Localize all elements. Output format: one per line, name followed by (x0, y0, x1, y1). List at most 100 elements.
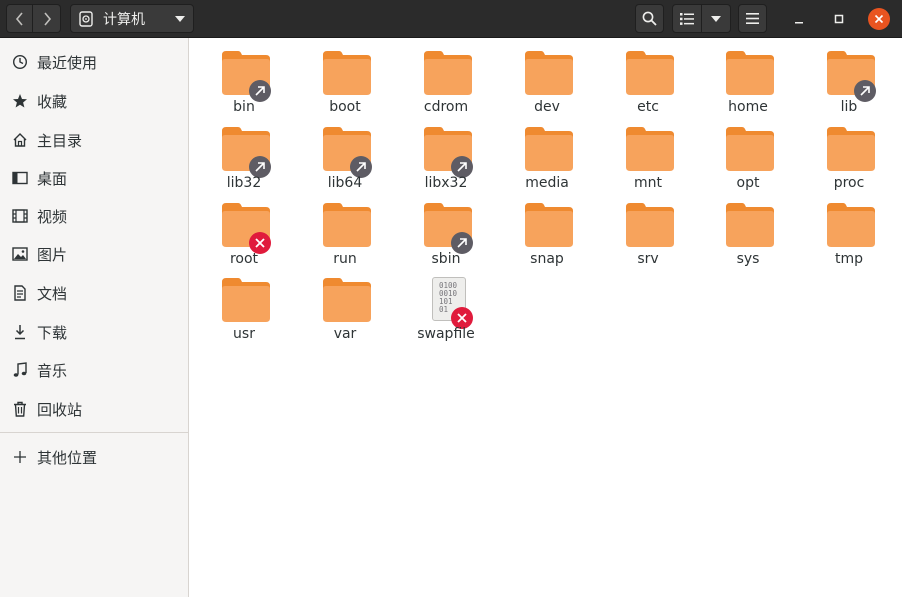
file-item-var[interactable]: var (295, 271, 395, 345)
minimize-button[interactable] (788, 8, 810, 30)
desktop-icon (11, 169, 29, 187)
file-item-cdrom[interactable]: cdrom (396, 44, 496, 118)
view-options-button[interactable] (702, 4, 731, 33)
file-name-label: opt (736, 175, 760, 191)
sidebar-item-downloads[interactable]: 下载 (0, 316, 188, 348)
file-item-snap[interactable]: snap (497, 196, 597, 270)
folder-icon (524, 126, 574, 172)
sidebar-item-desktop[interactable]: 桌面 (0, 162, 188, 194)
file-item-home[interactable]: home (698, 44, 798, 118)
file-name-label: lib32 (226, 175, 262, 191)
folder-icon (322, 202, 372, 248)
file-item-usr[interactable]: usr (194, 271, 294, 345)
file-name-label: srv (637, 251, 659, 267)
folder-icon (322, 50, 372, 96)
file-name-label: sbin (431, 251, 461, 267)
file-grid: bin boot cdrom dev etc home lib lib32 lib64 libx3… (190, 38, 902, 597)
file-item-sys[interactable]: sys (698, 196, 798, 270)
maximize-button[interactable] (828, 8, 850, 30)
sidebar-item-label: 视频 (37, 207, 68, 226)
maximize-icon (834, 14, 844, 24)
folder-icon (221, 50, 271, 102)
file-name-label: boot (329, 99, 361, 115)
sidebar-item-label: 回收站 (37, 400, 83, 419)
main-menu-button[interactable] (738, 4, 767, 33)
folder-icon (625, 126, 675, 172)
file-item-opt[interactable]: opt (698, 120, 798, 194)
folder-icon (725, 50, 775, 96)
file-item-etc[interactable]: etc (598, 44, 698, 118)
header-bar: 计算机 (0, 0, 902, 38)
file-item-run[interactable]: run (295, 196, 395, 270)
home-icon (11, 131, 29, 149)
file-item-proc[interactable]: proc (799, 120, 899, 194)
view-mode-button[interactable] (672, 4, 702, 33)
sidebar-item-label: 最近使用 (37, 53, 98, 72)
minimize-icon (795, 22, 803, 24)
clock-icon (11, 53, 29, 71)
file-item-bin[interactable]: bin (194, 44, 294, 118)
sidebar-item-pictures[interactable]: 图片 (0, 238, 188, 270)
sidebar-item-label: 其他位置 (37, 448, 98, 467)
forward-button[interactable] (33, 4, 61, 33)
file-item-sbin[interactable]: sbin (396, 196, 496, 270)
file-name-label: etc (637, 99, 659, 115)
folder-icon (423, 50, 473, 96)
file-name-label: bin (233, 99, 255, 115)
file-name-label: var (333, 326, 357, 342)
close-button[interactable] (868, 8, 890, 30)
file-item-dev[interactable]: dev (497, 44, 597, 118)
music-icon (11, 361, 29, 379)
drive-icon (79, 10, 93, 27)
sidebar-item-music[interactable]: 音乐 (0, 354, 188, 386)
sidebar-item-other-locations[interactable]: 其他位置 (0, 441, 188, 473)
sidebar-item-trash[interactable]: 回收站 (0, 393, 188, 425)
chevron-right-icon (43, 11, 51, 26)
sidebar-item-label: 主目录 (37, 131, 83, 150)
download-icon (11, 323, 29, 341)
hamburger-icon (746, 13, 759, 24)
trash-icon (11, 400, 29, 418)
back-button[interactable] (6, 4, 33, 33)
file-name-label: swapfile (417, 326, 475, 342)
file-name-label: media (525, 175, 569, 191)
search-button[interactable] (635, 4, 664, 33)
folder-icon (322, 277, 372, 323)
plus-icon (11, 448, 29, 466)
video-icon (11, 207, 29, 225)
file-item-boot[interactable]: boot (295, 44, 395, 118)
star-icon (11, 92, 29, 110)
file-name-label: home (728, 99, 768, 115)
document-icon (11, 284, 29, 302)
binary-file-icon: 0100 0010 101 01 (423, 277, 473, 329)
file-item-mnt[interactable]: mnt (598, 120, 698, 194)
sidebar-item-documents[interactable]: 文档 (0, 277, 188, 309)
file-item-lib64[interactable]: lib64 (295, 120, 395, 194)
folder-icon (221, 202, 271, 254)
file-item-libx32[interactable]: libx32 (396, 120, 496, 194)
file-item-lib[interactable]: lib (799, 44, 899, 118)
picture-icon (11, 245, 29, 263)
folder-icon (524, 50, 574, 96)
file-item-tmp[interactable]: tmp (799, 196, 899, 270)
sidebar-item-label: 收藏 (37, 92, 68, 111)
file-item-srv[interactable]: srv (598, 196, 698, 270)
file-name-label: lib64 (327, 175, 363, 191)
sidebar-item-home[interactable]: 主目录 (0, 124, 188, 156)
file-item-swapfile[interactable]: 0100 0010 101 01 swapfile (396, 271, 496, 345)
folder-icon (322, 126, 372, 178)
sidebar-item-videos[interactable]: 视频 (0, 200, 188, 232)
file-item-media[interactable]: media (497, 120, 597, 194)
close-icon (874, 14, 884, 24)
file-name-label: sys (736, 251, 760, 267)
folder-icon (423, 202, 473, 254)
location-button[interactable]: 计算机 (70, 4, 194, 33)
file-item-root[interactable]: root (194, 196, 294, 270)
file-name-label: lib (840, 99, 858, 115)
sidebar-divider (0, 432, 188, 433)
sidebar-item-label: 图片 (37, 245, 68, 264)
sidebar: 最近使用 收藏 主目录 桌面 视频 图片 文档 下载 音乐 回收站 其他位置 (0, 38, 189, 597)
file-item-lib32[interactable]: lib32 (194, 120, 294, 194)
sidebar-item-recent[interactable]: 最近使用 (0, 46, 188, 78)
sidebar-item-starred[interactable]: 收藏 (0, 85, 188, 117)
